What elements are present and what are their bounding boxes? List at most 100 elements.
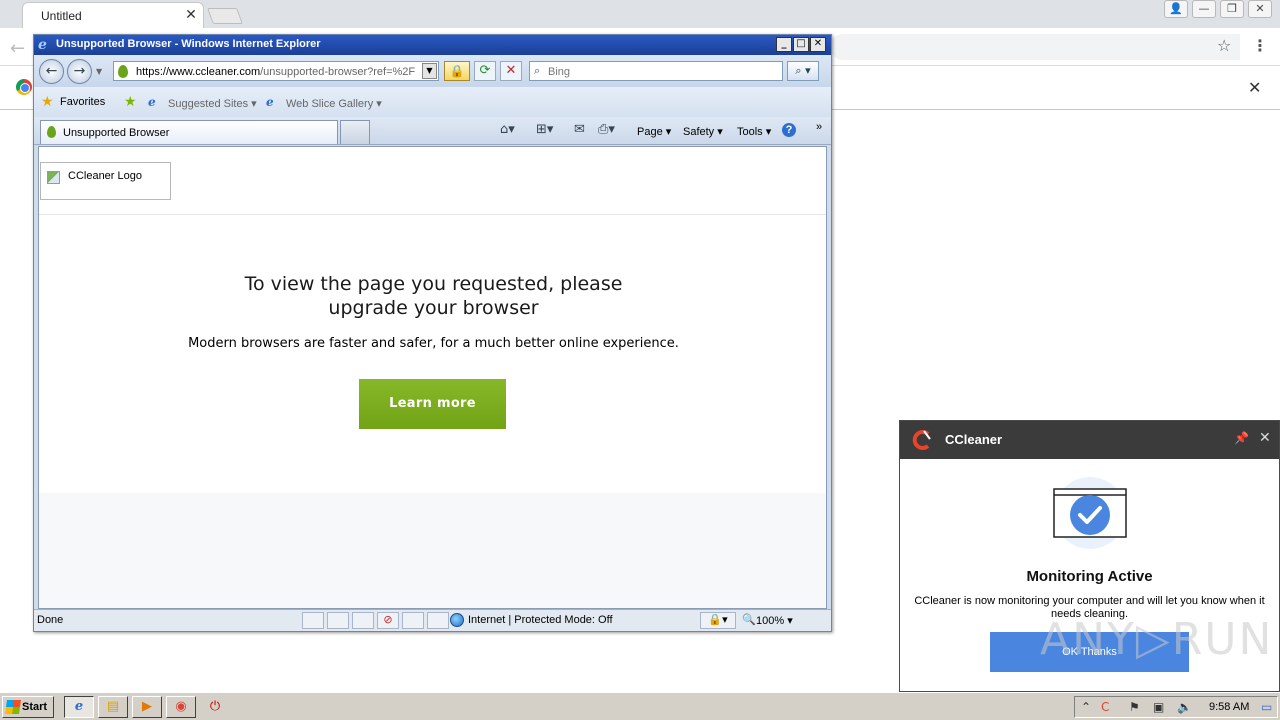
ie-search-go-button[interactable]: ⌕ ▾ xyxy=(787,61,819,81)
monitoring-heading: Monitoring Active xyxy=(1026,568,1153,585)
favorites-star-icon[interactable]: ★ xyxy=(41,94,54,110)
page-header: CCleaner Logo xyxy=(39,147,826,215)
tools-menu[interactable]: Tools ▾ xyxy=(737,125,771,138)
ccleaner-title: CCleaner xyxy=(945,432,1003,447)
chrome-bookmark-star-icon[interactable]: ☆ xyxy=(1217,36,1231,55)
chrome-close-button[interactable]: ✕ xyxy=(1248,0,1272,18)
page-footer xyxy=(39,493,826,608)
protected-mode-lock-icon[interactable]: 🔒▾ xyxy=(700,612,736,629)
chrome-infobar-close-icon[interactable]: ✕ xyxy=(1248,78,1261,97)
page-heading: To view the page you requested, please u… xyxy=(39,272,826,320)
taskbar-explorer-icon[interactable]: ▤ xyxy=(98,696,128,718)
ccleaner-header: CCleaner 📌 ✕ xyxy=(900,421,1279,459)
taskbar-stop-icon[interactable]: ⏻ xyxy=(200,696,230,718)
chrome-back-icon[interactable]: ← xyxy=(10,38,25,59)
suggested-sites-icon: e xyxy=(148,95,156,109)
read-mail-icon[interactable]: ✉ xyxy=(574,122,585,137)
ie-new-tab-button[interactable] xyxy=(340,120,370,144)
ccleaner-logo-image[interactable]: CCleaner Logo xyxy=(40,162,171,200)
ie-address-path: /unsupported-browser?ref=%2F xyxy=(260,66,416,78)
page-heading-line2: upgrade your browser xyxy=(328,297,539,319)
home-icon[interactable]: ⌂▾ xyxy=(500,122,515,137)
ie-window: e Unsupported Browser - Windows Internet… xyxy=(33,34,832,632)
favorites-item-suggested-sites[interactable]: Suggested Sites ▾ xyxy=(168,97,257,110)
tray-volume-icon[interactable]: 🔈 xyxy=(1177,700,1192,714)
more-commands-icon[interactable]: » xyxy=(816,121,822,133)
ie-stop-icon[interactable]: ✕ xyxy=(500,61,522,81)
chrome-profile-icon[interactable]: 👤 xyxy=(1164,0,1188,18)
ccleaner-close-icon[interactable]: ✕ xyxy=(1259,430,1271,446)
ie-address-text[interactable]: https://www.ccleaner.com/unsupported-bro… xyxy=(136,66,426,78)
start-label: Start xyxy=(22,701,48,713)
start-button[interactable]: Start xyxy=(2,696,54,718)
safety-menu[interactable]: Safety ▾ xyxy=(683,125,723,138)
chrome-logo-icon xyxy=(16,79,32,95)
help-icon[interactable]: ? xyxy=(782,123,796,137)
pin-icon[interactable]: 📌 xyxy=(1234,431,1249,445)
web-slice-gallery-icon: e xyxy=(266,95,274,109)
ie-titlebar[interactable]: e Unsupported Browser - Windows Internet… xyxy=(34,35,831,55)
ie-favorites-bar: ★ Favorites ★ e Suggested Sites ▾ e Web … xyxy=(34,87,831,117)
chrome-menu-icon[interactable]: ⋮ xyxy=(1252,36,1268,55)
chrome-minimize-button[interactable]: — xyxy=(1192,0,1216,18)
internet-zone-globe-icon xyxy=(450,613,464,627)
ie-status-bar: Done ⊘ Internet | Protected Mode: Off 🔒▾… xyxy=(34,609,831,631)
ccleaner-logo-icon xyxy=(912,430,931,450)
ie-maximize-button[interactable]: □ xyxy=(793,37,809,52)
zoom-level[interactable]: 100% ▾ xyxy=(756,614,793,627)
ie-close-button[interactable]: ✕ xyxy=(810,37,826,52)
feeds-icon[interactable]: ⊞▾ xyxy=(536,122,553,137)
ie-window-title: Unsupported Browser - Windows Internet E… xyxy=(56,38,321,50)
ie-refresh-icon[interactable]: ⟳ xyxy=(474,61,496,81)
tray-ccleaner-icon[interactable]: C xyxy=(1101,700,1109,714)
tray-clock[interactable]: 9:58 AM xyxy=(1209,701,1249,713)
show-desktop-icon[interactable]: ▭ xyxy=(1261,700,1272,714)
print-icon[interactable]: ⎙▾ xyxy=(598,122,615,137)
system-tray: ⌃ C ⚑ ▣ 🔈 9:58 AM ▭ xyxy=(1074,696,1278,718)
ie-address-dropdown-icon[interactable]: ▼ xyxy=(422,63,437,79)
favorites-button[interactable]: Favorites xyxy=(60,96,105,108)
ie-minimize-button[interactable]: _ xyxy=(776,37,792,52)
ccleaner-tab-favicon-icon xyxy=(47,126,56,138)
chrome-restore-button[interactable]: ❐ xyxy=(1220,0,1244,18)
ie-back-button[interactable]: ← xyxy=(39,59,64,84)
tray-network-icon[interactable]: ▣ xyxy=(1153,700,1164,714)
windows-logo-icon xyxy=(5,700,21,714)
logo-alt-text: CCleaner Logo xyxy=(68,170,142,182)
ie-command-bar: Unsupported Browser ⌂▾ ⊞▾ ✉ ⎙▾ Page ▾ Sa… xyxy=(34,117,831,145)
taskbar-chrome-icon[interactable]: ◉ xyxy=(166,696,196,718)
page-heading-line1: To view the page you requested, please xyxy=(244,273,623,295)
learn-more-button[interactable]: Learn more xyxy=(359,379,506,429)
taskbar-media-player-icon[interactable]: ▶ xyxy=(132,696,162,718)
anyrun-watermark: ANY▷RUN xyxy=(1040,614,1274,665)
page-subtext: Modern browsers are faster and safer, fo… xyxy=(188,336,679,351)
ie-recent-pages-dropdown-icon[interactable]: ▼ xyxy=(96,67,102,76)
chrome-tab-untitled[interactable]: Untitled ✕ xyxy=(22,2,204,28)
chrome-new-tab-button[interactable] xyxy=(207,8,243,24)
ie-security-lock-icon[interactable]: 🔒 xyxy=(444,61,470,81)
ie-address-host: https://www.ccleaner.com xyxy=(136,66,261,78)
ie-search-box[interactable]: ⌕ Bing xyxy=(529,61,783,81)
ie-address-bar[interactable]: https://www.ccleaner.com/unsupported-bro… xyxy=(113,61,439,81)
favorites-item-web-slice-gallery[interactable]: Web Slice Gallery ▾ xyxy=(286,97,382,110)
tray-flag-icon[interactable]: ⚑ xyxy=(1129,700,1140,714)
ie-search-placeholder: Bing xyxy=(548,66,571,78)
ie-logo-icon: e xyxy=(38,37,47,53)
ie-tab-unsupported-browser[interactable]: Unsupported Browser xyxy=(40,120,338,144)
popup-blocker-icon[interactable]: ⊘ xyxy=(377,612,399,629)
status-cell xyxy=(427,612,449,629)
add-to-favorites-icon[interactable]: ★ xyxy=(124,94,137,110)
monitoring-check-icon xyxy=(1053,477,1127,549)
chrome-tab-close-icon[interactable]: ✕ xyxy=(183,7,199,23)
chrome-omnibox[interactable] xyxy=(830,34,1240,60)
page-menu[interactable]: Page ▾ xyxy=(637,125,671,138)
ie-forward-button[interactable]: → xyxy=(67,59,92,84)
chrome-window-controls: 👤 — ❐ ✕ xyxy=(1164,0,1272,18)
zoom-magnifier-icon: 🔍 xyxy=(742,613,756,626)
status-cell xyxy=(327,612,349,629)
security-zone-text[interactable]: Internet | Protected Mode: Off xyxy=(468,614,613,626)
taskbar-ie-icon[interactable]: e xyxy=(64,696,94,718)
tray-expand-icon[interactable]: ⌃ xyxy=(1081,700,1091,714)
ccleaner-favicon-icon xyxy=(118,65,128,78)
status-done-text: Done xyxy=(37,614,64,626)
